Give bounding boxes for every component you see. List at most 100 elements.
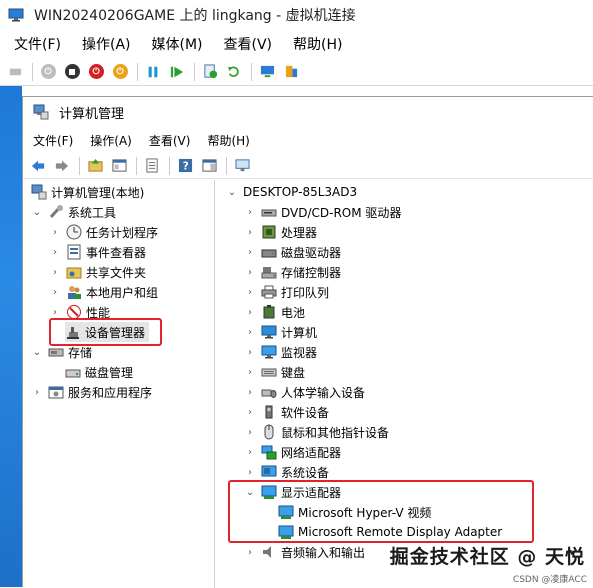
help-icon[interactable]: ? (176, 157, 194, 175)
chevron-right-icon[interactable]: › (49, 246, 61, 258)
chevron-right-icon[interactable]: › (244, 266, 256, 278)
tree-item-computer[interactable]: ⌄ DESKTOP-85L3AD3 (226, 182, 357, 202)
turn-off-icon[interactable] (63, 63, 81, 81)
chevron-right-icon[interactable]: › (49, 286, 61, 298)
device-category-row[interactable]: › 系统设备 (244, 462, 329, 482)
share-icon[interactable] (282, 63, 300, 81)
show-hide-tree-icon[interactable] (110, 157, 128, 175)
tools-icon (48, 204, 64, 220)
chevron-right-icon[interactable]: › (244, 246, 256, 258)
cm-menu-action[interactable]: 操作(A) (90, 132, 132, 149)
ctrl-alt-del-icon[interactable] (6, 63, 24, 81)
cm-menu-help[interactable]: 帮助(H) (207, 132, 249, 149)
chevron-right-icon[interactable]: › (244, 546, 256, 558)
chevron-right-icon[interactable]: › (244, 306, 256, 318)
device-category-row[interactable]: › 音频输入和输出 (244, 542, 365, 562)
chevron-right-icon[interactable]: › (31, 386, 43, 398)
tree-label: 计算机 (281, 325, 318, 340)
vm-title: WIN20240206GAME 上的 lingkang - 虚拟机连接 (34, 8, 356, 24)
up-folder-icon[interactable] (86, 157, 104, 175)
device-category-row[interactable]: › 键盘 (244, 362, 305, 382)
chevron-right-icon[interactable]: › (244, 366, 256, 378)
properties-icon[interactable] (143, 157, 161, 175)
device-category-row[interactable]: › 网络适配器 (244, 442, 341, 462)
tree-item-task-scheduler[interactable]: › 任务计划程序 (49, 222, 158, 242)
device-category-row[interactable]: › DVD/CD-ROM 驱动器 (244, 202, 401, 222)
device-category-row[interactable]: › 人体学输入设备 (244, 382, 365, 402)
chevron-right-icon[interactable]: › (244, 326, 256, 338)
tree-item-disk-management[interactable]: 磁盘管理 (65, 362, 133, 382)
printer-icon (261, 284, 277, 300)
software-device-icon (261, 404, 277, 420)
device-category-row[interactable]: › 磁盘驱动器 (244, 242, 341, 262)
tree-item-event-viewer[interactable]: › 事件查看器 (49, 242, 146, 262)
cm-menu-file[interactable]: 文件(F) (33, 132, 73, 149)
checkpoint-icon[interactable] (201, 63, 219, 81)
tree-item-services[interactable]: › 服务和应用程序 (31, 382, 152, 402)
tree-label: DESKTOP-85L3AD3 (243, 185, 358, 199)
chevron-right-icon[interactable]: › (244, 406, 256, 418)
clock-icon (66, 224, 82, 240)
device-category-row[interactable]: › 打印队列 (244, 282, 329, 302)
chevron-down-icon[interactable]: ⌄ (31, 346, 43, 358)
chevron-right-icon[interactable]: › (244, 206, 256, 218)
tree-label: 存储控制器 (281, 265, 342, 280)
tree-item-root[interactable]: 计算机管理(本地) (31, 182, 144, 202)
cm-menu-view[interactable]: 查看(V) (149, 132, 191, 149)
chevron-right-icon[interactable]: › (244, 286, 256, 298)
chevron-right-icon[interactable]: › (244, 386, 256, 398)
tree-item-system-tools[interactable]: ⌄ 系统工具 (31, 202, 116, 222)
chevron-right-icon[interactable]: › (244, 466, 256, 478)
shutdown-icon[interactable]: ⏻ (87, 63, 105, 81)
back-icon[interactable] (29, 157, 47, 175)
device-category-row[interactable]: › 鼠标和其他指针设备 (244, 422, 389, 442)
tree-label: 磁盘驱动器 (281, 245, 342, 260)
vm-menu-view[interactable]: 查看(V) (224, 34, 273, 54)
processor-icon (261, 224, 277, 240)
vm-connect-icon (8, 7, 24, 23)
device-category-row[interactable]: › 监视器 (244, 342, 317, 362)
chevron-right-icon[interactable]: › (244, 226, 256, 238)
tree-label: 磁盘管理 (85, 365, 134, 380)
tree-label: 监视器 (281, 345, 318, 360)
device-category-row[interactable]: › 存储控制器 (244, 262, 341, 282)
chevron-right-icon[interactable]: › (244, 346, 256, 358)
tree-label: 存储 (68, 345, 93, 360)
device-category-row[interactable]: › 计算机 (244, 322, 317, 342)
pause-icon[interactable] (144, 63, 162, 81)
resume-icon[interactable] (168, 63, 186, 81)
event-viewer-icon (66, 244, 82, 260)
system-device-icon (261, 464, 277, 480)
chevron-right-icon[interactable]: › (244, 446, 256, 458)
chevron-right-icon[interactable]: › (49, 266, 61, 278)
forward-icon[interactable] (53, 157, 71, 175)
tree-label: 本地用户和组 (86, 285, 159, 300)
device-category-row[interactable]: › 软件设备 (244, 402, 329, 422)
enhanced-session-icon[interactable] (258, 63, 276, 81)
vm-menu-file[interactable]: 文件(F) (14, 34, 61, 54)
revert-icon[interactable] (225, 63, 243, 81)
vm-menu-media[interactable]: 媒体(M) (152, 34, 203, 54)
chevron-right-icon[interactable]: › (49, 306, 61, 318)
tree-label: 音频输入和输出 (281, 545, 366, 560)
tree-label: 鼠标和其他指针设备 (281, 425, 390, 440)
show-action-pane-icon[interactable] (200, 157, 218, 175)
device-category-row[interactable]: › 处理器 (244, 222, 317, 242)
chevron-down-icon[interactable]: ⌄ (226, 186, 238, 198)
tree-item-local-users[interactable]: › 本地用户和组 (49, 282, 158, 302)
tree-item-shared-folders[interactable]: › 共享文件夹 (49, 262, 146, 282)
chevron-right-icon[interactable]: › (244, 426, 256, 438)
save-state-icon[interactable]: ⏻ (111, 63, 129, 81)
monitor-icon[interactable] (233, 157, 251, 175)
watermark-text: 掘金技术社区 @ 天悦 (389, 546, 585, 568)
tree-label: 计算机管理(本地) (51, 185, 145, 200)
svg-text:?: ? (182, 161, 188, 173)
vm-menu-help[interactable]: 帮助(H) (293, 34, 342, 54)
mouse-icon (261, 424, 277, 440)
start-icon[interactable]: ⏻ (39, 63, 57, 81)
vm-menu-action[interactable]: 操作(A) (82, 34, 131, 54)
keyboard-icon (261, 364, 277, 380)
device-category-row[interactable]: › 电池 (244, 302, 305, 322)
chevron-right-icon[interactable]: › (49, 226, 61, 238)
chevron-down-icon[interactable]: ⌄ (31, 206, 43, 218)
